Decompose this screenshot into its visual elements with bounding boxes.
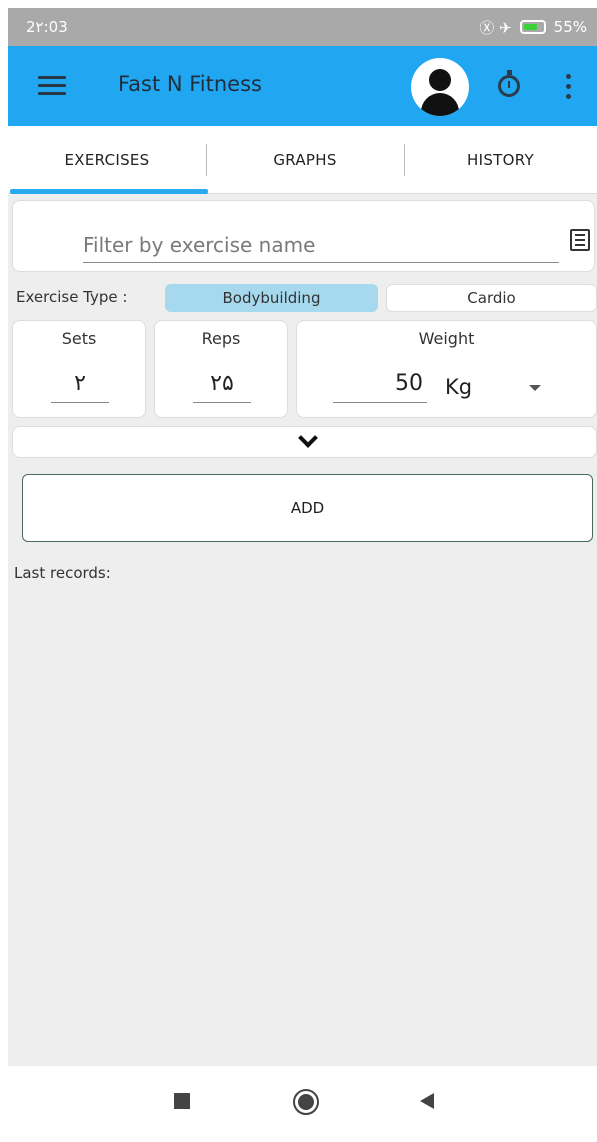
reps-label: Reps	[201, 329, 241, 348]
weight-card: Weight 50 Kg	[296, 320, 597, 418]
battery-icon	[519, 20, 546, 34]
weight-unit-select[interactable]: Kg	[445, 375, 472, 399]
last-records-label: Last records:	[14, 564, 111, 582]
status-icons-glyphs: Ⓧ ✈	[479, 18, 512, 37]
cardio-toggle[interactable]: Cardio	[386, 284, 597, 312]
exercise-filter-input[interactable]	[83, 227, 559, 263]
reps-field[interactable]: ۲۵	[193, 371, 251, 403]
app-title: Fast N Fitness	[118, 72, 262, 96]
exercise-type-row: Exercise Type : Bodybuilding Cardio	[8, 282, 597, 312]
add-button[interactable]: ADD	[22, 474, 593, 542]
weight-label: Weight	[418, 329, 475, 348]
expand-bar[interactable]	[12, 426, 597, 458]
square-icon[interactable]	[174, 1093, 190, 1109]
person-icon[interactable]	[411, 58, 469, 116]
exercises-content: Exercise Type : Bodybuilding Cardio Sets…	[8, 194, 597, 1066]
list-icon[interactable]	[570, 229, 590, 251]
sets-card: Sets ۲	[12, 320, 146, 418]
status-bar: 2۲:03 Ⓧ ✈ 55%	[8, 8, 597, 46]
bodybuilding-toggle[interactable]: Bodybuilding	[165, 284, 378, 312]
tab-bar: EXERCISES GRAPHS HISTORY	[8, 126, 597, 194]
system-nav-bar	[0, 1066, 597, 1142]
filter-card	[12, 200, 595, 272]
sets-field[interactable]: ۲	[51, 371, 109, 403]
sets-label: Sets	[61, 329, 97, 348]
chevron-down-icon[interactable]	[298, 428, 318, 448]
stopwatch-icon[interactable]	[498, 70, 520, 97]
tab-history[interactable]: HISTORY	[404, 126, 597, 194]
dropdown-arrow-icon[interactable]	[529, 385, 541, 391]
hamburger-icon[interactable]	[38, 76, 66, 96]
circle-icon[interactable]	[293, 1089, 319, 1115]
tab-exercises[interactable]: EXERCISES	[8, 126, 206, 194]
tab-graphs[interactable]: GRAPHS	[206, 126, 404, 194]
vertical-dots-icon[interactable]	[566, 74, 572, 100]
battery-percent: 55%	[553, 18, 587, 36]
status-icons: Ⓧ ✈ 55%	[479, 17, 587, 38]
weight-field[interactable]: 50	[333, 371, 427, 403]
triangle-back-icon[interactable]	[420, 1093, 434, 1109]
exercise-type-label: Exercise Type :	[16, 288, 128, 306]
reps-card: Reps ۲۵	[154, 320, 288, 418]
app-bar: Fast N Fitness	[8, 46, 597, 126]
status-time: 2۲:03	[26, 18, 68, 36]
